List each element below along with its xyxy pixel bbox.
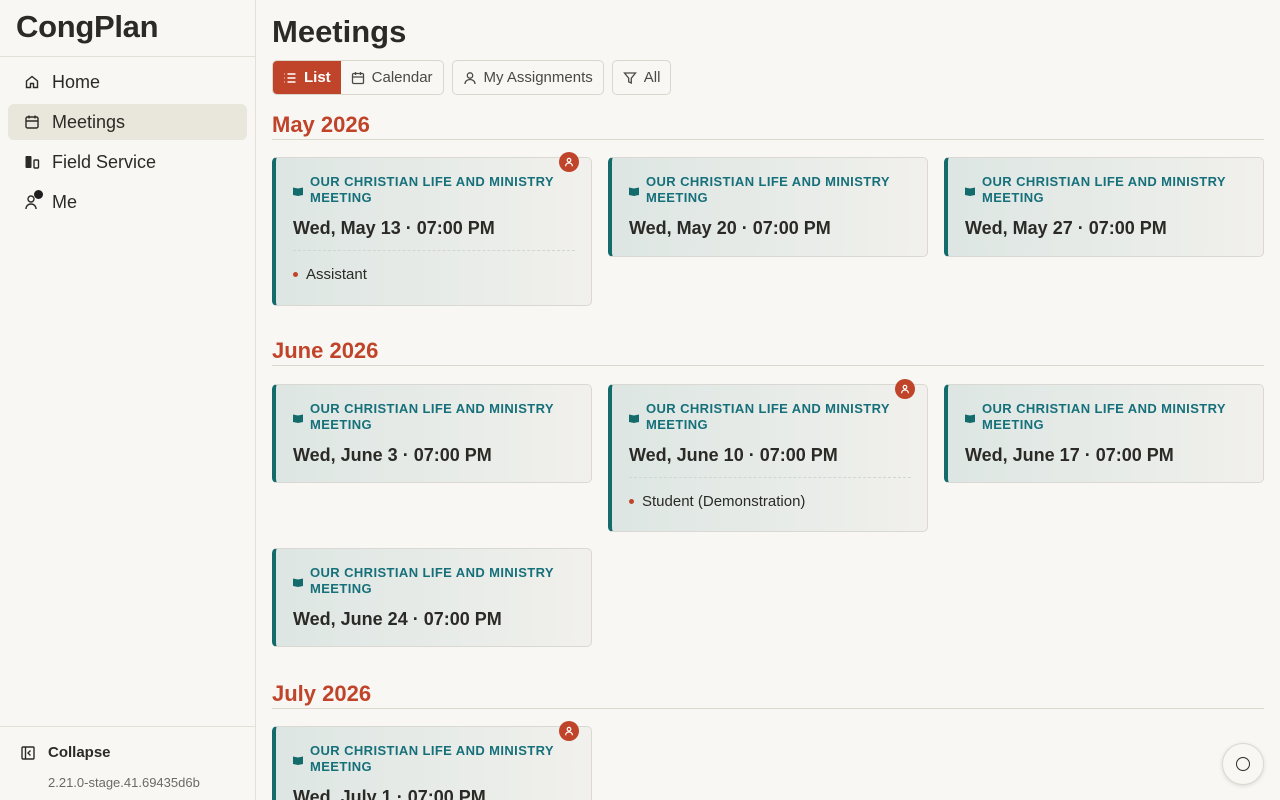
assignment-role: Assistant: [293, 266, 367, 283]
book-icon: [629, 414, 639, 423]
meeting-date: Wed, May 20 · 07:00 PM: [629, 218, 831, 238]
toolbar: List Calendar My Assignments All: [272, 60, 672, 95]
filter-button[interactable]: All: [611, 60, 672, 95]
meeting-type: OUR CHRISTIAN LIFE AND MINISTRY MEETING: [310, 401, 554, 432]
assignment-badge-icon: [559, 721, 579, 741]
meeting-card[interactable]: OUR CHRISTIAN LIFE AND MINISTRY MEETING …: [608, 157, 928, 257]
main-content: Meetings List Calendar My Assignments Al…: [272, 0, 1264, 800]
sidebar-item-home[interactable]: Home: [8, 64, 247, 100]
meeting-date: Wed, June 10 · 07:00 PM: [629, 445, 838, 465]
assignment-role: Student (Demonstration): [629, 493, 805, 510]
sidebar-item-label: Home: [52, 71, 101, 92]
month-header: July 2026: [272, 681, 1264, 709]
card-divider: [293, 250, 575, 251]
book-icon: [965, 187, 975, 196]
filter-icon: [622, 71, 637, 84]
book-icon: [293, 756, 303, 765]
app-version: 2.21.0-stage.41.69435d6b: [48, 775, 200, 790]
assignment-badge-icon: [559, 152, 579, 172]
assignment-role-label: Student (Demonstration): [642, 493, 806, 510]
meeting-card[interactable]: OUR CHRISTIAN LIFE AND MINISTRY MEETING …: [272, 152, 592, 306]
app-logo[interactable]: CongPlan: [0, 0, 255, 57]
view-toggle: List Calendar: [272, 60, 444, 95]
meeting-date: Wed, May 13 · 07:00 PM: [293, 218, 495, 238]
user-icon: [24, 190, 43, 210]
my-assignments-button[interactable]: My Assignments: [451, 60, 604, 95]
month-header: June 2026: [272, 338, 1264, 366]
circle-icon: [1236, 757, 1250, 771]
book-icon: [965, 414, 975, 423]
collapse-button[interactable]: Collapse: [20, 744, 111, 761]
sidebar-item-me[interactable]: Me: [8, 184, 247, 220]
field-service-icon: [24, 154, 40, 170]
meeting-card[interactable]: OUR CHRISTIAN LIFE AND MINISTRY MEETING …: [944, 157, 1264, 257]
page-title: Meetings: [272, 14, 407, 49]
assignment-badge-icon: [895, 379, 915, 399]
meeting-type: OUR CHRISTIAN LIFE AND MINISTRY MEETING: [982, 401, 1226, 432]
sidebar-nav: Home Meetings Field Service Me: [0, 57, 255, 220]
book-icon: [629, 187, 639, 196]
meeting-date: Wed, June 3 · 07:00 PM: [293, 445, 492, 465]
meeting-date: Wed, May 27 · 07:00 PM: [965, 218, 1167, 238]
user-icon: [463, 71, 476, 84]
meeting-card[interactable]: OUR CHRISTIAN LIFE AND MINISTRY MEETING …: [272, 721, 592, 800]
book-icon: [293, 414, 303, 423]
home-icon: [24, 74, 40, 90]
meeting-type: OUR CHRISTIAN LIFE AND MINISTRY MEETING: [310, 174, 554, 205]
list-icon: [284, 72, 296, 83]
notification-dot: [34, 190, 43, 199]
meeting-date: Wed, July 1 · 07:00 PM: [293, 787, 486, 800]
month-title: June 2026: [272, 338, 379, 363]
my-assignments-label: My Assignments: [483, 69, 593, 86]
book-icon: [293, 187, 303, 196]
sidebar-item-label: Field Service: [52, 151, 157, 172]
collapse-label: Collapse: [48, 744, 111, 761]
meeting-type: OUR CHRISTIAN LIFE AND MINISTRY MEETING: [646, 401, 890, 432]
month-title: July 2026: [272, 681, 372, 706]
meeting-type: OUR CHRISTIAN LIFE AND MINISTRY MEETING: [982, 174, 1226, 205]
month-header: May 2026: [272, 112, 1264, 140]
list-view-button[interactable]: List: [273, 61, 341, 94]
calendar-icon: [351, 71, 364, 84]
collapse-icon: [21, 745, 35, 760]
sidebar-item-label: Me: [52, 191, 78, 212]
sidebar-item-meetings[interactable]: Meetings: [8, 104, 247, 140]
book-icon: [293, 578, 303, 587]
meeting-card[interactable]: OUR CHRISTIAN LIFE AND MINISTRY MEETING …: [272, 548, 592, 647]
meeting-type: OUR CHRISTIAN LIFE AND MINISTRY MEETING: [646, 174, 890, 205]
meeting-date: Wed, June 17 · 07:00 PM: [965, 445, 1174, 465]
meeting-type: OUR CHRISTIAN LIFE AND MINISTRY MEETING: [310, 743, 554, 774]
sidebar: CongPlan Home Meetings Field Service Me …: [0, 0, 256, 800]
meeting-card[interactable]: OUR CHRISTIAN LIFE AND MINISTRY MEETING …: [272, 384, 592, 483]
calendar-icon: [24, 114, 40, 130]
month-title: May 2026: [272, 112, 370, 137]
sidebar-footer: Collapse 2.21.0-stage.41.69435d6b: [0, 726, 255, 800]
filter-label: All: [643, 69, 661, 86]
assignment-role-label: Assistant: [306, 266, 367, 283]
calendar-view-button[interactable]: Calendar: [341, 61, 443, 94]
list-view-label: List: [304, 69, 331, 86]
meeting-type: OUR CHRISTIAN LIFE AND MINISTRY MEETING: [310, 565, 554, 596]
sidebar-item-field-service[interactable]: Field Service: [8, 144, 247, 180]
meeting-card[interactable]: OUR CHRISTIAN LIFE AND MINISTRY MEETING …: [608, 379, 928, 532]
meeting-card[interactable]: OUR CHRISTIAN LIFE AND MINISTRY MEETING …: [944, 384, 1264, 483]
floating-action-button[interactable]: [1222, 743, 1264, 785]
card-divider: [629, 477, 911, 478]
calendar-view-label: Calendar: [371, 69, 433, 86]
sidebar-item-label: Meetings: [52, 111, 126, 132]
meeting-date: Wed, June 24 · 07:00 PM: [293, 609, 502, 629]
